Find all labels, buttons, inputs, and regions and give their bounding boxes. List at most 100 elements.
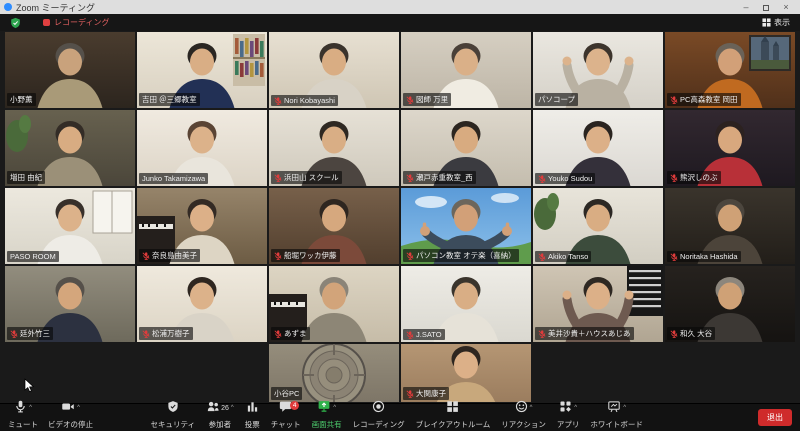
participant-name: 和久 大谷 bbox=[680, 328, 712, 339]
recording-dot-icon bbox=[43, 19, 50, 26]
chevron-up-icon[interactable]: ^ bbox=[77, 405, 80, 411]
mouse-cursor bbox=[24, 378, 35, 393]
whiteboard-button[interactable]: ^ホワイトボード bbox=[590, 405, 643, 430]
video-tile[interactable]: あずま bbox=[269, 266, 399, 342]
participant-name: Akiko Tanso bbox=[548, 252, 588, 261]
participant-name: PC高森教室 岡田 bbox=[680, 94, 738, 105]
participant-name-tag: 熊沢しのぶ bbox=[667, 171, 721, 184]
muted-mic-icon bbox=[142, 330, 150, 338]
muted-mic-icon bbox=[406, 390, 414, 398]
chevron-up-icon[interactable]: ^ bbox=[623, 405, 626, 411]
share-label: 画面共有 bbox=[312, 419, 342, 430]
participant-name-tag: 小谷PC bbox=[271, 387, 302, 400]
chat-button[interactable]: 4チャット bbox=[271, 405, 301, 430]
chevron-up-icon[interactable]: ^ bbox=[530, 405, 533, 411]
poll-button[interactable]: 投票 bbox=[245, 405, 260, 430]
shield-icon bbox=[167, 400, 179, 418]
minimize-icon[interactable]: – bbox=[736, 0, 756, 14]
record-icon bbox=[372, 400, 385, 418]
participant-name: 熊沢しのぶ bbox=[680, 172, 718, 183]
participant-name-tag: Akiko Tanso bbox=[535, 251, 591, 262]
muted-mic-icon bbox=[538, 253, 546, 261]
video-tile[interactable]: 小谷PC bbox=[269, 344, 399, 402]
reaction-icon bbox=[515, 400, 528, 418]
video-tile[interactable]: Nori Kobayashi bbox=[269, 32, 399, 108]
video-tile[interactable]: 松浦万樹子 bbox=[137, 266, 267, 342]
poll-icon bbox=[246, 400, 259, 418]
video-tile[interactable]: パソコープ bbox=[533, 32, 663, 108]
video-tile[interactable]: PC高森教室 岡田 bbox=[665, 32, 795, 108]
encryption-shield-icon[interactable] bbox=[10, 17, 21, 29]
participant-name: パソコープ bbox=[538, 94, 575, 105]
video-tile[interactable]: Youko Sudou bbox=[533, 110, 663, 186]
muted-mic-icon bbox=[274, 97, 282, 105]
muted-mic-icon bbox=[274, 330, 282, 338]
video-tile[interactable]: Junko Takamizawa bbox=[137, 110, 267, 186]
video-tile[interactable]: 小野薫 bbox=[5, 32, 135, 108]
close-icon[interactable]: × bbox=[776, 0, 796, 14]
video-tile[interactable]: 美井沙貴＋ハウスあじあ bbox=[533, 266, 663, 342]
video-tile[interactable]: PASO ROOM bbox=[5, 188, 135, 264]
participant-name-tag: 吉田 ＠三郷教室 bbox=[139, 93, 200, 106]
participant-name: 奈良島由美子 bbox=[152, 250, 197, 261]
participant-name: 吉田 ＠三郷教室 bbox=[142, 94, 197, 105]
muted-mic-icon bbox=[538, 330, 546, 338]
reaction-button[interactable]: ^リアクション bbox=[501, 405, 546, 430]
people-icon bbox=[206, 400, 220, 418]
participant-name: 船堀ワッカ伊藤 bbox=[284, 250, 337, 261]
video-tile[interactable]: 瀬戸赤重教室_西 bbox=[401, 110, 531, 186]
video-tile[interactable]: パソコン教室 オテ楽（喜納） bbox=[401, 188, 531, 264]
participant-name: Nori Kobayashi bbox=[284, 96, 335, 105]
record-button[interactable]: レコーディング bbox=[353, 405, 405, 430]
share-button[interactable]: ^ 画面共有 bbox=[312, 405, 342, 430]
video-tile[interactable]: 船堀ワッカ伊藤 bbox=[269, 188, 399, 264]
participant-name: 大関康子 bbox=[416, 388, 446, 399]
muted-mic-icon bbox=[670, 174, 678, 182]
muted-mic-icon bbox=[670, 253, 678, 261]
shield-button[interactable]: セキュリティ bbox=[151, 405, 196, 430]
participant-name-tag: 船堀ワッカ伊藤 bbox=[271, 249, 340, 262]
video-tile[interactable]: 大関康子 bbox=[401, 344, 531, 402]
leave-button[interactable]: 退出 bbox=[758, 409, 792, 426]
participant-name: 図師 万里 bbox=[416, 94, 448, 105]
breakout-button[interactable]: ブレイクアウトルーム bbox=[416, 405, 491, 430]
meeting-topbar: レコーディング 表示 bbox=[0, 14, 800, 31]
muted-mic-icon bbox=[274, 174, 282, 182]
video-tile[interactable]: 熊沢しのぶ bbox=[665, 110, 795, 186]
video-tile[interactable]: 増田 由紀 bbox=[5, 110, 135, 186]
participant-name-tag: 図師 万里 bbox=[403, 93, 451, 106]
chevron-up-icon[interactable]: ^ bbox=[29, 405, 32, 411]
muted-mic-icon bbox=[10, 330, 18, 338]
chat-label: チャット bbox=[271, 419, 301, 430]
apps-button[interactable]: ^アプリ bbox=[557, 405, 580, 430]
video-tile[interactable]: 図師 万里 bbox=[401, 32, 531, 108]
video-grid: 小野薫 吉田 ＠三郷教室 Nori Kobayashi 図師 万里 bbox=[5, 32, 795, 342]
share-icon bbox=[317, 400, 331, 418]
people-button[interactable]: 26^参加者 bbox=[206, 405, 234, 430]
participant-name-tag: PC高森教室 岡田 bbox=[667, 93, 741, 106]
video-tile[interactable]: 廷外竹三 bbox=[5, 266, 135, 342]
video-tile[interactable]: 浜田山 スクール bbox=[269, 110, 399, 186]
mic-label: ミュート bbox=[8, 419, 38, 430]
chevron-up-icon[interactable]: ^ bbox=[574, 405, 577, 411]
muted-mic-icon bbox=[406, 331, 414, 339]
video-tile[interactable]: 奈良島由美子 bbox=[137, 188, 267, 264]
view-button[interactable]: 表示 bbox=[762, 17, 790, 28]
video-tile[interactable]: Akiko Tanso bbox=[533, 188, 663, 264]
video-tile[interactable]: Noritaka Hashida bbox=[665, 188, 795, 264]
video-tile[interactable]: J.SATO bbox=[401, 266, 531, 342]
video-tile[interactable]: 吉田 ＠三郷教室 bbox=[137, 32, 267, 108]
maximize-icon[interactable] bbox=[756, 0, 776, 14]
breakout-icon bbox=[446, 400, 459, 418]
recording-indicator[interactable]: レコーディング bbox=[43, 17, 109, 28]
participant-name-tag: パソコープ bbox=[535, 93, 578, 106]
chevron-up-icon[interactable]: ^ bbox=[333, 405, 336, 411]
video-button[interactable]: ^ビデオの停止 bbox=[48, 405, 93, 430]
participant-name-tag: 和久 大谷 bbox=[667, 327, 715, 340]
participant-name-tag: Noritaka Hashida bbox=[667, 251, 741, 262]
participant-name: 小野薫 bbox=[10, 94, 33, 105]
participant-name: 増田 由紀 bbox=[10, 172, 42, 183]
chevron-up-icon[interactable]: ^ bbox=[231, 405, 234, 411]
mic-button[interactable]: ^ ミュート bbox=[8, 405, 38, 430]
video-tile[interactable]: 和久 大谷 bbox=[665, 266, 795, 342]
